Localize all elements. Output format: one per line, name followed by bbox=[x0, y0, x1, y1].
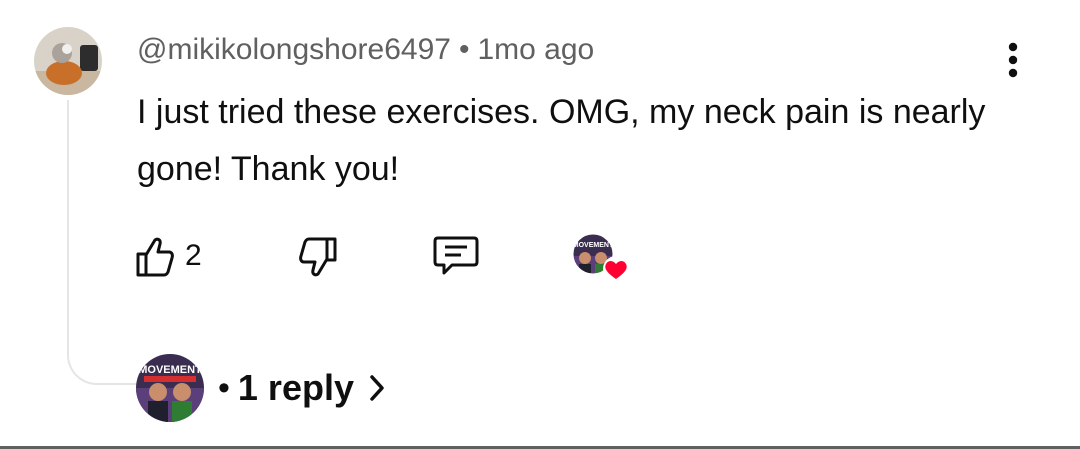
comment-time: 1mo ago bbox=[477, 33, 595, 66]
svg-text:MOVEMENT: MOVEMENT bbox=[138, 364, 202, 376]
thumbs-down-icon bbox=[299, 237, 337, 277]
more-vert-icon bbox=[1008, 42, 1018, 78]
replies-count-label[interactable]: 1 reply bbox=[238, 367, 354, 409]
thread-connector-line bbox=[67, 100, 137, 385]
author-handle[interactable]: @mikikolongshore6497 bbox=[137, 33, 451, 66]
replies-separator: • bbox=[218, 368, 230, 407]
svg-text:MOVEMENT: MOVEMENT bbox=[573, 242, 614, 249]
like-button[interactable]: 2 bbox=[135, 232, 202, 280]
reply-comment-icon bbox=[433, 236, 479, 275]
commenter-avatar[interactable] bbox=[34, 27, 102, 95]
chevron-right-icon bbox=[370, 375, 384, 401]
comment-text: I just tried these exercises. OMG, my ne… bbox=[137, 93, 986, 188]
reply-author-avatar: MOVEMENT bbox=[136, 354, 204, 422]
comment-meta: @mikikolongshore6497 • 1mo ago bbox=[137, 30, 594, 70]
meta-separator: • bbox=[458, 33, 470, 66]
dislike-button[interactable] bbox=[294, 234, 338, 285]
more-options-button[interactable] bbox=[995, 40, 1031, 84]
like-count: 2 bbox=[185, 239, 202, 272]
heart-icon bbox=[603, 256, 629, 282]
view-replies-button[interactable]: MOVEMENT • 1 reply bbox=[136, 353, 386, 423]
reply-button[interactable] bbox=[432, 234, 480, 283]
thumbs-up-icon bbox=[136, 237, 174, 277]
creator-heart-badge: MOVEMENT bbox=[571, 233, 631, 284]
